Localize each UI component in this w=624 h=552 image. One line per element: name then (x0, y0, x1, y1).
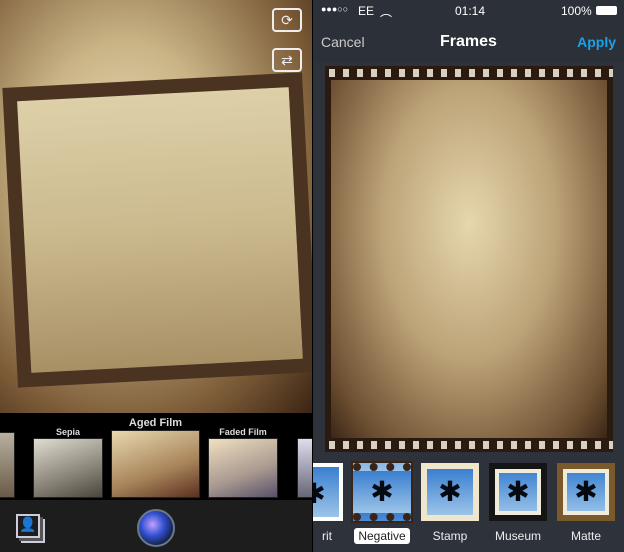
filter-thumb-aged-film[interactable] (111, 430, 200, 498)
film-holes-bottom (325, 441, 613, 449)
carrier-label: EE (358, 4, 375, 18)
filter-thumb-sepia[interactable] (33, 438, 103, 498)
wedding-photo (331, 80, 607, 438)
palm-icon: ✱ (370, 476, 394, 507)
camera-rotate-icon[interactable]: ⟳ (272, 8, 302, 32)
filter-label-faded-film: Faded Film (219, 427, 267, 437)
framed-wedding-photo (2, 72, 312, 388)
filter-label-sepia: Sepia (55, 427, 80, 437)
palm-icon: ✱ (438, 476, 462, 507)
effects-lens-icon[interactable] (137, 509, 175, 547)
wifi-icon: ︵ (380, 5, 393, 19)
battery-icon (596, 6, 617, 15)
photo-preview (0, 0, 312, 413)
frame-label: Museum (494, 529, 541, 543)
photo-with-negative-frame (325, 66, 613, 452)
frames-screen: ●●●○○ EE ︵ 01:14 100% Cancel Frames Appl… (313, 0, 624, 552)
frame-option-negative[interactable]: ✱ Negative (351, 461, 413, 545)
frame-label: Matte (570, 529, 601, 543)
filter-thumb-faded-film[interactable] (208, 438, 278, 498)
status-bar: ●●●○○ EE ︵ 01:14 100% (313, 0, 624, 22)
frame-option-matte[interactable]: ✱ Matte (555, 463, 617, 545)
frame-label: Negative (354, 528, 410, 544)
frame-option-stamp[interactable]: ✱ Stamp (419, 463, 481, 545)
filter-screen: ⟳ ⇄ Sepia Aged Film Faded Film 👤 (0, 0, 312, 552)
filter-thumb-partial[interactable] (0, 432, 15, 498)
palm-icon: ✱ (506, 476, 530, 507)
bottom-toolbar: 👤 (0, 500, 312, 552)
palm-icon: ✱ (313, 478, 326, 509)
filter-thumb-partial[interactable] (297, 438, 312, 498)
frame-option-spirit[interactable]: ✱ rit (313, 463, 345, 545)
frame-picker: ✱ rit ✱ Negative ✱ Stamp ✱ Museum ✱ Matt… (313, 461, 624, 548)
camera-flip-icon[interactable]: ⇄ (272, 48, 302, 72)
status-time: 01:14 (455, 4, 486, 18)
apply-button[interactable]: Apply (577, 34, 616, 50)
frame-label: Stamp (432, 529, 468, 543)
nav-bar: Cancel Frames Apply (313, 22, 624, 62)
frame-option-museum[interactable]: ✱ Museum (487, 463, 549, 545)
filter-label-aged-film: Aged Film (128, 417, 183, 429)
cancel-button[interactable]: Cancel (321, 34, 365, 50)
frame-label: rit (322, 529, 332, 543)
battery-percent: 100% (561, 4, 592, 18)
palm-icon: ✱ (574, 476, 598, 507)
photo-library-icon[interactable]: 👤 (16, 514, 40, 538)
film-holes-top (325, 69, 613, 77)
signal-icon: ●●●○○ (321, 4, 349, 14)
